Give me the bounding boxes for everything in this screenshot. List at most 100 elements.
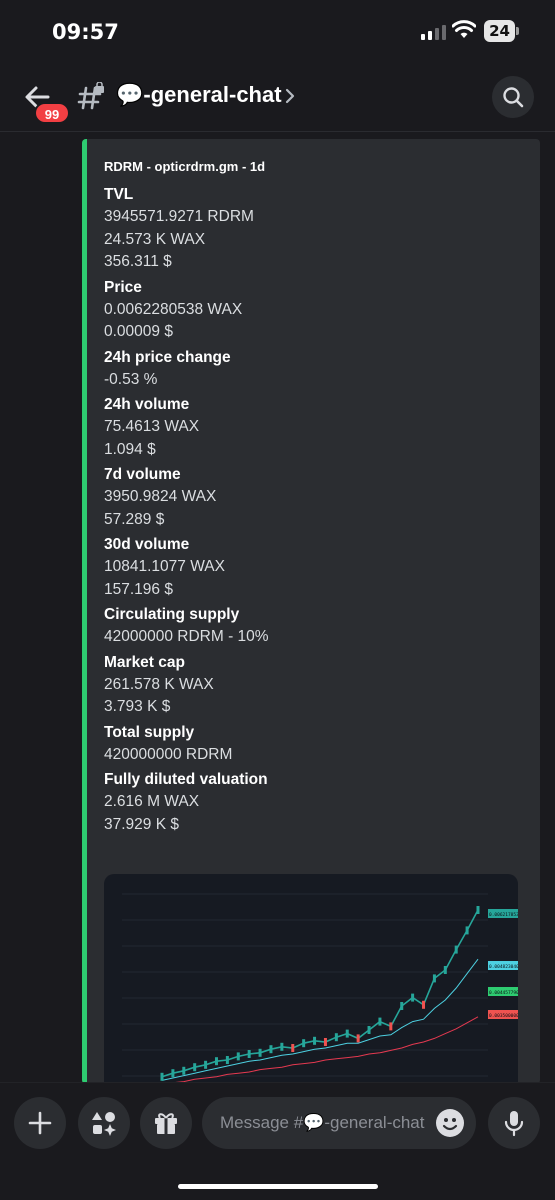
chart-candle bbox=[280, 1042, 284, 1051]
chart-series-line bbox=[161, 909, 479, 1078]
chart-candle bbox=[258, 1048, 262, 1057]
microphone-icon bbox=[504, 1111, 524, 1137]
embed-field-name: Market cap bbox=[104, 653, 185, 671]
embed-field-name: Price bbox=[104, 278, 142, 296]
embed-field-value: 10841.1077 WAX bbox=[104, 558, 225, 575]
chart-candle bbox=[334, 1033, 338, 1042]
embed-field-value: 0.00009 $ bbox=[104, 323, 173, 340]
embed-field-value: 75.4613 WAX bbox=[104, 418, 200, 435]
gift-button[interactable] bbox=[140, 1097, 192, 1149]
message-input[interactable]: Message #💬-general-chat bbox=[202, 1097, 476, 1149]
embed-content: RDRM - opticrdrm.gm - 1d TVL 3945571.9271… bbox=[104, 159, 524, 836]
chart-candle bbox=[345, 1029, 349, 1038]
embed-accent-bar bbox=[82, 139, 87, 1084]
embed-field-name: 7d volume bbox=[104, 466, 181, 483]
embed-field-value: 3950.9824 WAX bbox=[104, 488, 217, 505]
embed-field-name: Fully diluted valuation bbox=[104, 771, 268, 788]
chart-candle bbox=[193, 1063, 197, 1072]
emoji-button[interactable] bbox=[436, 1109, 464, 1137]
battery-icon: 24 bbox=[484, 20, 519, 42]
chart-candle bbox=[160, 1072, 164, 1081]
price-chart-image[interactable]: 0.0062178537 0.0048230400 0.0044577900 0.00… bbox=[104, 874, 518, 1084]
chart-candle bbox=[443, 966, 447, 974]
chart-price-tag-label: 0.0044577900 bbox=[489, 990, 518, 996]
chart-candle bbox=[171, 1069, 175, 1078]
embed-field-value: 3.793 K $ bbox=[104, 698, 171, 715]
chart-candle bbox=[454, 945, 458, 954]
chart-candle bbox=[236, 1052, 240, 1061]
channel-name: -general-chat bbox=[143, 82, 282, 107]
embed-field-value: 356.311 $ bbox=[104, 253, 172, 270]
search-icon bbox=[503, 87, 524, 108]
embed-field-value: 24.573 K WAX bbox=[104, 230, 206, 248]
wifi-icon bbox=[452, 20, 476, 38]
emoji-icon bbox=[442, 1118, 458, 1131]
embed-field-name: Circulating supply bbox=[104, 606, 240, 623]
add-button[interactable] bbox=[14, 1097, 66, 1149]
battery-level: 24 bbox=[484, 20, 515, 42]
chart-price-tag-label: 0.0035000000 bbox=[489, 1013, 518, 1019]
home-indicator bbox=[178, 1184, 378, 1189]
chevron-right-icon[interactable] bbox=[284, 86, 296, 106]
bot-embed: RDRM - opticrdrm.gm - 1d TVL 3945571.9271… bbox=[82, 139, 540, 1084]
chart-candle bbox=[422, 1000, 426, 1009]
status-time: 09:57 bbox=[52, 20, 119, 44]
channel-emoji: 💬 bbox=[116, 82, 144, 107]
chart-candle bbox=[378, 1017, 382, 1026]
apps-icon bbox=[92, 1112, 116, 1136]
embed-field-value: 2.616 M WAX bbox=[104, 793, 200, 810]
chart-candle bbox=[225, 1056, 229, 1064]
plus-icon bbox=[28, 1111, 52, 1135]
embed-field-value: 42000000 RDRM - 10% bbox=[104, 628, 269, 645]
embed-field-value: -0.53 % bbox=[104, 370, 158, 388]
chart-candle bbox=[400, 1002, 404, 1010]
voice-message-button[interactable] bbox=[488, 1097, 540, 1149]
embed-field-name: 24h volume bbox=[104, 396, 190, 413]
chart-candle bbox=[302, 1039, 306, 1048]
search-button[interactable] bbox=[492, 76, 534, 118]
unread-badge: 99 bbox=[34, 102, 70, 124]
embed-field-value: 37.929 K $ bbox=[104, 815, 179, 833]
embed-field-value: 157.196 $ bbox=[104, 580, 173, 598]
chart-candle bbox=[465, 926, 469, 935]
embed-author: RDRM - opticrdrm.gm - 1d bbox=[104, 159, 266, 174]
channel-title[interactable]: 💬 -general-chat bbox=[116, 82, 282, 108]
chart-candle bbox=[214, 1057, 218, 1066]
embed-field-value: 57.289 $ bbox=[104, 510, 165, 528]
embed-field-name: 30d volume bbox=[104, 536, 190, 553]
embed-field-name: 24h price change bbox=[104, 348, 231, 366]
chart-candle bbox=[182, 1066, 186, 1075]
embed-field-value: 0.0062280538 WAX bbox=[104, 300, 243, 318]
chart-candle bbox=[313, 1036, 317, 1045]
embed-fields: TVL 3945571.9271 RDRM 24.573 K WAX 356.311 … bbox=[104, 184, 524, 836]
chart-candle bbox=[269, 1045, 273, 1054]
price-chart: 0.0062178537 0.0048230400 0.0044577900 0.00… bbox=[122, 893, 518, 1084]
chart-price-tag-label: 0.0048230400 bbox=[489, 964, 518, 970]
message-composer: Message #💬-general-chat bbox=[0, 1082, 555, 1200]
apps-button[interactable] bbox=[78, 1097, 130, 1149]
embed-field-name: TVL bbox=[104, 186, 134, 203]
chart-candle bbox=[291, 1044, 295, 1052]
embed-field-value: 1.094 $ bbox=[104, 440, 156, 458]
embed-field-name: Total supply bbox=[104, 723, 195, 741]
embed-field-value: 261.578 K WAX bbox=[104, 675, 214, 693]
chart-candle bbox=[204, 1060, 208, 1069]
chart-series-line bbox=[161, 958, 479, 1081]
status-bar: 09:57 24 bbox=[0, 0, 555, 62]
message-placeholder: Message #💬-general-chat bbox=[220, 1113, 425, 1132]
chart-candle bbox=[356, 1034, 360, 1043]
chart-candle bbox=[323, 1038, 327, 1046]
chart-candle bbox=[476, 906, 480, 914]
chat-header: 99 💬 -general-chat bbox=[0, 62, 555, 132]
embed-field-value: 3945571.9271 RDRM bbox=[104, 208, 254, 225]
chart-candle bbox=[367, 1026, 371, 1034]
chart-candle bbox=[389, 1022, 393, 1031]
chart-price-tag-label: 0.0062178537 bbox=[489, 912, 518, 918]
chart-candle bbox=[247, 1050, 251, 1058]
gift-icon bbox=[155, 1113, 177, 1134]
chart-candle bbox=[432, 974, 436, 983]
chart-candle bbox=[411, 993, 415, 1002]
embed-field-value: 420000000 RDRM bbox=[104, 745, 233, 763]
hash-lock-icon bbox=[77, 82, 104, 110]
cellular-signal-icon bbox=[421, 24, 446, 40]
